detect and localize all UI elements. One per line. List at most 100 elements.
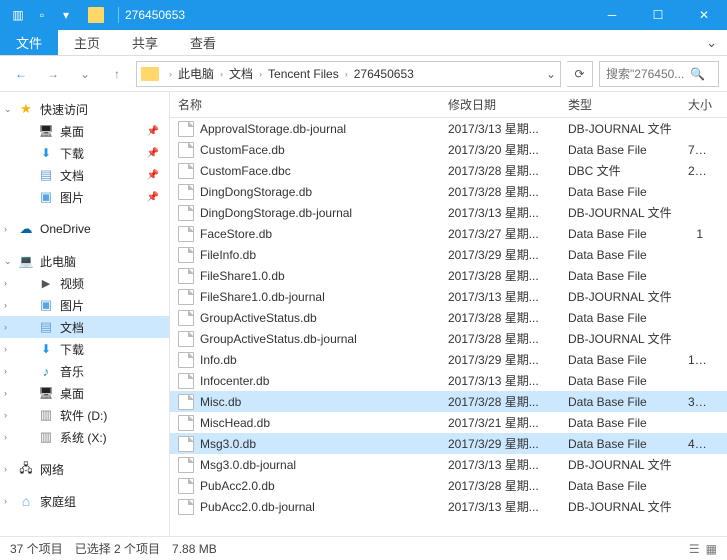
nav-pictures2[interactable]: ›图片 — [0, 294, 169, 316]
file-row[interactable]: MiscHead.db2017/3/21 星期...Data Base File — [170, 412, 727, 433]
file-row[interactable]: Info.db2017/3/29 星期...Data Base File1,3 — [170, 349, 727, 370]
file-row[interactable]: Msg3.0.db2017/3/29 星期...Data Base File4,… — [170, 433, 727, 454]
file-icon — [178, 247, 194, 263]
file-row[interactable]: ApprovalStorage.db-journal2017/3/13 星期..… — [170, 118, 727, 139]
file-name: PubAcc2.0.db — [200, 479, 275, 493]
nav-quick-access[interactable]: ⌄快速访问 — [0, 98, 169, 120]
file-icon — [178, 163, 194, 179]
file-row[interactable]: Msg3.0.db-journal2017/3/13 星期...DB-JOURN… — [170, 454, 727, 475]
view-details-icon[interactable]: ☰ — [689, 542, 700, 556]
nav-thispc[interactable]: ⌄此电脑 — [0, 250, 169, 272]
tab-view[interactable]: 查看 — [174, 30, 232, 55]
file-row[interactable]: FaceStore.db2017/3/27 星期...Data Base Fil… — [170, 223, 727, 244]
file-type: Data Base File — [560, 248, 680, 262]
nav-music[interactable]: ›音乐 — [0, 360, 169, 382]
file-date: 2017/3/20 星期... — [440, 141, 560, 158]
file-row[interactable]: Misc.db2017/3/28 星期...Data Base File3,7 — [170, 391, 727, 412]
file-row[interactable]: CustomFace.db2017/3/20 星期...Data Base Fi… — [170, 139, 727, 160]
col-size[interactable]: 大小 — [680, 96, 727, 113]
tab-file[interactable]: 文件 — [0, 30, 58, 55]
file-list: 名称 修改日期 类型 大小 ApprovalStorage.db-journal… — [170, 92, 727, 536]
qat-properties-icon[interactable]: ▥ — [8, 5, 28, 25]
file-name: ApprovalStorage.db-journal — [200, 122, 346, 136]
nav-drive-x[interactable]: ›系统 (X:) — [0, 426, 169, 448]
refresh-button[interactable]: ⟳ — [567, 61, 593, 87]
file-icon — [178, 373, 194, 389]
nav-onedrive[interactable]: ›OneDrive — [0, 218, 169, 240]
search-icon[interactable]: 🔍 — [690, 67, 705, 81]
file-name: FileShare1.0.db — [200, 269, 285, 283]
file-row[interactable]: PubAcc2.0.db2017/3/28 星期...Data Base Fil… — [170, 475, 727, 496]
file-type: DB-JOURNAL 文件 — [560, 330, 680, 347]
file-type: Data Base File — [560, 416, 680, 430]
back-button[interactable]: ← — [8, 61, 34, 87]
file-icon — [178, 205, 194, 221]
file-icon — [178, 415, 194, 431]
file-size: 7,1 — [680, 143, 727, 157]
file-row[interactable]: Infocenter.db2017/3/13 星期...Data Base Fi… — [170, 370, 727, 391]
pin-icon: 📌 — [147, 126, 159, 137]
file-name: FaceStore.db — [200, 227, 272, 241]
crumb-thispc[interactable]: 此电脑 — [178, 65, 214, 82]
close-button[interactable]: ✕ — [681, 0, 727, 30]
file-icon — [178, 331, 194, 347]
col-date[interactable]: 修改日期 — [440, 96, 560, 113]
nav-documents[interactable]: 文档📌 — [0, 164, 169, 186]
pin-icon: 📌 — [147, 148, 159, 159]
column-headers: 名称 修改日期 类型 大小 — [170, 92, 727, 118]
file-type: Data Base File — [560, 269, 680, 283]
file-row[interactable]: PubAcc2.0.db-journal2017/3/13 星期...DB-JO… — [170, 496, 727, 517]
nav-pictures[interactable]: 图片📌 — [0, 186, 169, 208]
crumb-documents[interactable]: 文档 — [229, 65, 253, 82]
nav-desktop2[interactable]: ›桌面 — [0, 382, 169, 404]
crumb-tencent[interactable]: Tencent Files — [268, 67, 339, 81]
search-box[interactable]: 🔍 — [599, 61, 719, 87]
file-date: 2017/3/29 星期... — [440, 351, 560, 368]
file-icon — [178, 226, 194, 242]
file-row[interactable]: GroupActiveStatus.db-journal2017/3/28 星期… — [170, 328, 727, 349]
file-type: DB-JOURNAL 文件 — [560, 204, 680, 221]
titlebar: ▥ ▫ ▾ 276450653 ─ ☐ ✕ — [0, 0, 727, 30]
search-input[interactable] — [606, 67, 686, 81]
nav-desktop[interactable]: 桌面📌 — [0, 120, 169, 142]
file-row[interactable]: FileShare1.0.db-journal2017/3/13 星期...DB… — [170, 286, 727, 307]
file-row[interactable]: GroupActiveStatus.db2017/3/28 星期...Data … — [170, 307, 727, 328]
col-type[interactable]: 类型 — [560, 96, 680, 113]
file-row[interactable]: DingDongStorage.db2017/3/28 星期...Data Ba… — [170, 181, 727, 202]
recent-dropdown[interactable]: ⌄ — [72, 61, 98, 87]
pin-icon: 📌 — [147, 170, 159, 181]
minimize-button[interactable]: ─ — [589, 0, 635, 30]
file-name: Info.db — [200, 353, 237, 367]
nav-homegroup[interactable]: ›家庭组 — [0, 490, 169, 512]
tab-home[interactable]: 主页 — [58, 30, 116, 55]
nav-videos[interactable]: ›视频 — [0, 272, 169, 294]
file-name: PubAcc2.0.db-journal — [200, 500, 315, 514]
nav-documents2[interactable]: ›文档 — [0, 316, 169, 338]
file-type: DBC 文件 — [560, 162, 680, 179]
file-row[interactable]: CustomFace.dbc2017/3/28 星期...DBC 文件2,7 — [170, 160, 727, 181]
nav-drive-d[interactable]: ›软件 (D:) — [0, 404, 169, 426]
nav-downloads2[interactable]: ›下载 — [0, 338, 169, 360]
crumb-current[interactable]: 276450653 — [354, 67, 414, 81]
forward-button[interactable]: → — [40, 61, 66, 87]
maximize-button[interactable]: ☐ — [635, 0, 681, 30]
file-row[interactable]: DingDongStorage.db-journal2017/3/13 星期..… — [170, 202, 727, 223]
breadcrumb[interactable]: › 此电脑 › 文档 › Tencent Files › 276450653 ⌄ — [136, 61, 561, 87]
file-type: Data Base File — [560, 479, 680, 493]
file-row[interactable]: FileInfo.db2017/3/29 星期...Data Base File — [170, 244, 727, 265]
qat-dropdown-icon[interactable]: ▾ — [56, 5, 76, 25]
file-date: 2017/3/28 星期... — [440, 330, 560, 347]
file-date: 2017/3/13 星期... — [440, 372, 560, 389]
address-dropdown-icon[interactable]: ⌄ — [546, 67, 556, 81]
up-button[interactable]: ↑ — [104, 61, 130, 87]
view-large-icon[interactable]: ▦ — [706, 542, 717, 556]
file-row[interactable]: FileShare1.0.db2017/3/28 星期...Data Base … — [170, 265, 727, 286]
file-icon — [178, 121, 194, 137]
qat-new-icon[interactable]: ▫ — [32, 5, 52, 25]
nav-downloads[interactable]: 下载📌 — [0, 142, 169, 164]
tab-share[interactable]: 共享 — [116, 30, 174, 55]
nav-network[interactable]: ›网络 — [0, 458, 169, 480]
ribbon-expand-icon[interactable]: ⌄ — [696, 30, 727, 55]
col-name[interactable]: 名称 — [170, 96, 440, 113]
file-name: CustomFace.db — [200, 143, 285, 157]
